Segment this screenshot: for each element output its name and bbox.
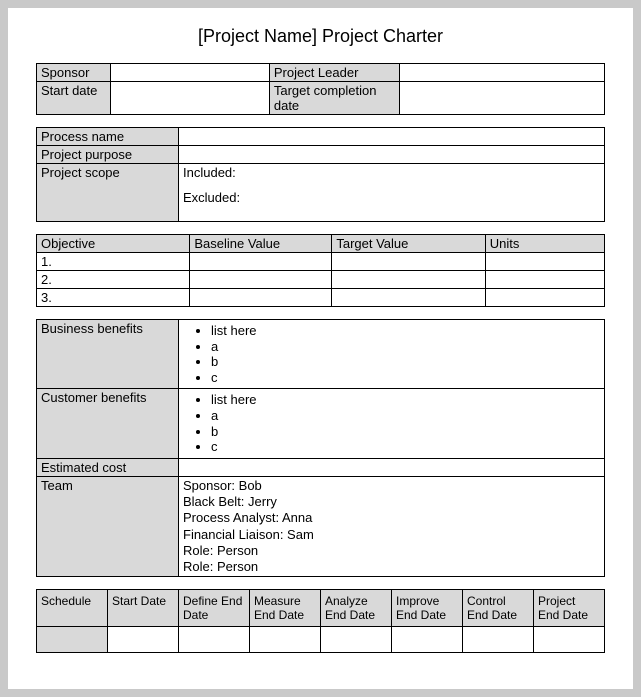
customer-benefits-label: Customer benefits [37,389,179,458]
objective-row: 2. [37,271,605,289]
list-item: b [211,354,600,370]
schedule-cell[interactable] [108,627,179,653]
objectives-table: Objective Baseline Value Target Value Un… [36,234,605,307]
business-benefits-value[interactable]: list here a b c [179,320,605,389]
project-scope-label: Project scope [37,164,179,222]
team-value[interactable]: Sponsor: Bob Black Belt: Jerry Process A… [179,476,605,577]
team-label: Team [37,476,179,577]
objective-units[interactable] [485,253,604,271]
team-line: Sponsor: Bob [183,478,600,494]
header-table: Sponsor Project Leader Start date Target… [36,63,605,115]
schedule-col: Analyze End Date [321,590,392,627]
baseline-col: Baseline Value [190,235,332,253]
target-date-label: Target completion date [269,82,400,115]
schedule-cell[interactable] [392,627,463,653]
scope-excluded-label: Excluded: [183,190,600,205]
objective-baseline[interactable] [190,253,332,271]
units-col: Units [485,235,604,253]
list-item: list here [211,392,600,408]
schedule-cell[interactable] [250,627,321,653]
team-line: Financial Liaison: Sam [183,527,600,543]
list-item: c [211,439,600,455]
target-date-value[interactable] [400,82,605,115]
project-leader-value[interactable] [400,64,605,82]
process-name-label: Process name [37,128,179,146]
schedule-col: Control End Date [463,590,534,627]
schedule-cell[interactable] [179,627,250,653]
schedule-col: Improve End Date [392,590,463,627]
estimated-cost-value[interactable] [179,458,605,476]
objective-num[interactable]: 1. [37,253,190,271]
start-date-label: Start date [37,82,111,115]
schedule-table: Schedule Start Date Define End Date Meas… [36,589,605,653]
objective-units[interactable] [485,271,604,289]
objective-baseline[interactable] [190,271,332,289]
project-purpose-value[interactable] [179,146,605,164]
objective-baseline[interactable] [190,289,332,307]
objective-num[interactable]: 2. [37,271,190,289]
page-title: [Project Name] Project Charter [36,26,605,47]
team-line: Role: Person [183,543,600,559]
process-table: Process name Project purpose Project sco… [36,127,605,222]
estimated-cost-label: Estimated cost [37,458,179,476]
scope-included-label: Included: [183,165,600,180]
customer-benefits-value[interactable]: list here a b c [179,389,605,458]
customer-benefits-list: list here a b c [183,392,600,454]
objective-col: Objective [37,235,190,253]
project-purpose-label: Project purpose [37,146,179,164]
team-line: Black Belt: Jerry [183,494,600,510]
schedule-cell[interactable] [534,627,605,653]
benefits-table: Business benefits list here a b c Custom… [36,319,605,577]
objective-target[interactable] [332,253,485,271]
team-line: Role: Person [183,559,600,575]
process-name-value[interactable] [179,128,605,146]
objective-row: 3. [37,289,605,307]
schedule-col: Define End Date [179,590,250,627]
business-benefits-label: Business benefits [37,320,179,389]
schedule-cell[interactable] [463,627,534,653]
objective-target[interactable] [332,289,485,307]
schedule-col: Schedule [37,590,108,627]
schedule-cell[interactable] [321,627,392,653]
objective-row: 1. [37,253,605,271]
list-item: a [211,339,600,355]
list-item: c [211,370,600,386]
objective-units[interactable] [485,289,604,307]
list-item: b [211,424,600,440]
schedule-col: Start Date [108,590,179,627]
list-item: a [211,408,600,424]
list-item: list here [211,323,600,339]
project-leader-label: Project Leader [269,64,400,82]
project-scope-value[interactable]: Included: Excluded: [179,164,605,222]
target-col: Target Value [332,235,485,253]
schedule-cell[interactable] [37,627,108,653]
objective-target[interactable] [332,271,485,289]
sponsor-label: Sponsor [37,64,111,82]
schedule-col: Project End Date [534,590,605,627]
team-line: Process Analyst: Anna [183,510,600,526]
sponsor-value[interactable] [110,64,269,82]
objective-num[interactable]: 3. [37,289,190,307]
start-date-value[interactable] [110,82,269,115]
business-benefits-list: list here a b c [183,323,600,385]
schedule-col: Measure End Date [250,590,321,627]
